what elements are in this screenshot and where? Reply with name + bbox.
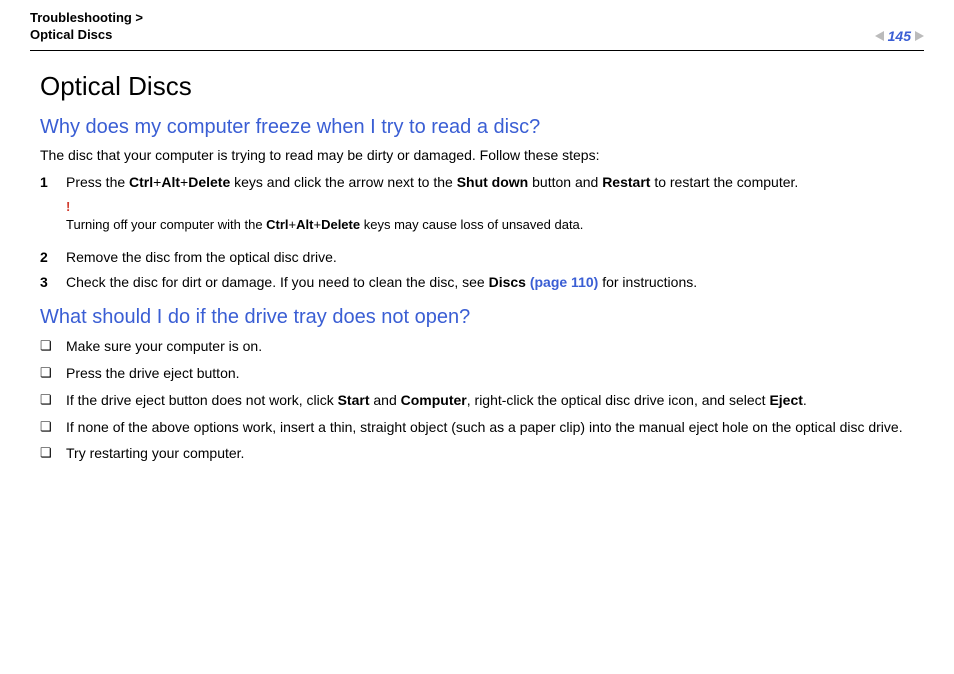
list-item: ❏ Try restarting your computer. <box>40 444 924 463</box>
text: + <box>313 217 321 232</box>
page-number: 145 <box>888 28 911 44</box>
list-item: ❏ If the drive eject button does not wor… <box>40 391 924 410</box>
bullet-text: If none of the above options work, inser… <box>66 418 903 437</box>
text: and <box>369 392 400 408</box>
key-alt: Alt <box>296 217 313 232</box>
next-page-icon[interactable] <box>915 31 924 41</box>
text: to restart the computer. <box>650 174 798 190</box>
bullet-text: If the drive eject button does not work,… <box>66 391 807 410</box>
text: + <box>180 174 188 190</box>
page-link[interactable]: (page 110) <box>530 274 598 290</box>
section1-heading: Why does my computer freeze when I try t… <box>40 116 924 139</box>
list-item: ❏ Make sure your computer is on. <box>40 337 924 356</box>
bullet-text: Try restarting your computer. <box>66 444 244 463</box>
bold-computer: Computer <box>401 392 467 408</box>
bold-eject: Eject <box>769 392 802 408</box>
bullet-text: Press the drive eject button. <box>66 364 240 383</box>
section1-steps: 1 Press the Ctrl+Alt+Delete keys and cli… <box>40 173 924 292</box>
step-number: 2 <box>40 248 66 267</box>
page-title: Optical Discs <box>40 71 924 102</box>
step-body: Press the Ctrl+Alt+Delete keys and click… <box>66 173 924 242</box>
content: Optical Discs Why does my computer freez… <box>30 71 924 464</box>
step-1: 1 Press the Ctrl+Alt+Delete keys and cli… <box>40 173 924 242</box>
text: If the drive eject button does not work,… <box>66 392 338 408</box>
bullet-icon: ❏ <box>40 391 66 410</box>
warning: ! Turning off your computer with the Ctr… <box>66 198 924 234</box>
text: + <box>289 217 297 232</box>
list-item: ❏ If none of the above options work, ins… <box>40 418 924 437</box>
key-delete: Delete <box>321 217 360 232</box>
step-number: 3 <box>40 273 66 292</box>
breadcrumb-line1: Troubleshooting > <box>30 10 143 27</box>
bold-start: Start <box>338 392 370 408</box>
text: Press the <box>66 174 129 190</box>
bullet-icon: ❏ <box>40 418 66 437</box>
bold-shut-down: Shut down <box>457 174 529 190</box>
section2-bullets: ❏ Make sure your computer is on. ❏ Press… <box>40 337 924 463</box>
bullet-icon: ❏ <box>40 337 66 356</box>
page: Troubleshooting > Optical Discs 145 Opti… <box>0 0 954 491</box>
section2-heading: What should I do if the drive tray does … <box>40 306 924 329</box>
bold-discs: Discs <box>489 274 530 290</box>
warning-icon: ! <box>66 198 924 216</box>
bullet-text: Make sure your computer is on. <box>66 337 262 356</box>
text: , right-click the optical disc drive ico… <box>467 392 770 408</box>
page-number-nav: 145 <box>875 28 924 44</box>
bullet-icon: ❏ <box>40 444 66 463</box>
text: keys may cause loss of unsaved data. <box>360 217 583 232</box>
text: Turning off your computer with the <box>66 217 266 232</box>
text: keys and click the arrow next to the <box>230 174 456 190</box>
warning-text: Turning off your computer with the Ctrl+… <box>66 217 583 232</box>
breadcrumb: Troubleshooting > Optical Discs <box>30 10 143 44</box>
list-item: ❏ Press the drive eject button. <box>40 364 924 383</box>
step-body: Check the disc for dirt or damage. If yo… <box>66 273 924 292</box>
page-header: Troubleshooting > Optical Discs 145 <box>30 10 924 51</box>
step-3: 3 Check the disc for dirt or damage. If … <box>40 273 924 292</box>
prev-page-icon[interactable] <box>875 31 884 41</box>
text: for instructions. <box>598 274 697 290</box>
text: . <box>803 392 807 408</box>
bold-restart: Restart <box>602 174 650 190</box>
key-delete: Delete <box>188 174 230 190</box>
breadcrumb-line2: Optical Discs <box>30 27 143 44</box>
step-2: 2 Remove the disc from the optical disc … <box>40 248 924 267</box>
text: button and <box>528 174 602 190</box>
section1-intro: The disc that your computer is trying to… <box>40 147 924 163</box>
bullet-icon: ❏ <box>40 364 66 383</box>
key-ctrl: Ctrl <box>266 217 288 232</box>
key-alt: Alt <box>161 174 180 190</box>
key-ctrl: Ctrl <box>129 174 153 190</box>
step-body: Remove the disc from the optical disc dr… <box>66 248 924 267</box>
text: Check the disc for dirt or damage. If yo… <box>66 274 489 290</box>
step-number: 1 <box>40 173 66 242</box>
